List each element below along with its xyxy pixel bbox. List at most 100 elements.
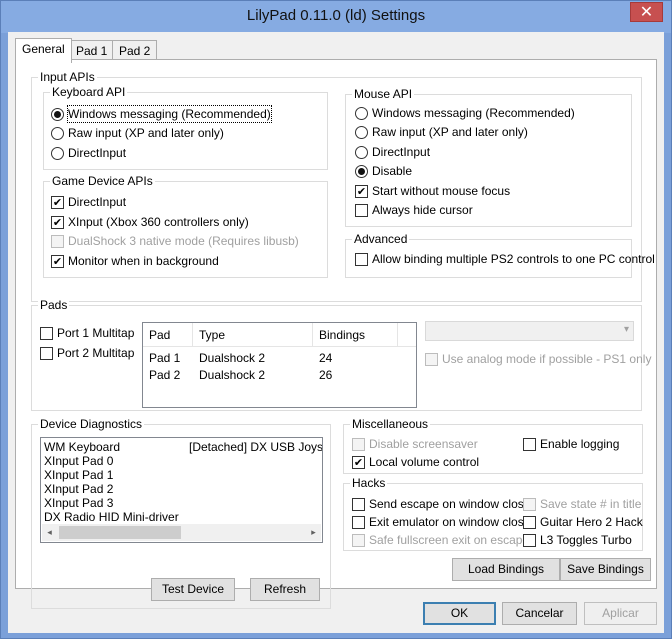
- table-row[interactable]: Pad 1 Dualshock 2 24: [143, 350, 416, 367]
- column-header-bindings[interactable]: Bindings: [313, 323, 398, 347]
- radio-label: Windows messaging (Recommended): [372, 106, 575, 120]
- radio-selected-icon: [355, 165, 368, 178]
- checkbox-icon: [352, 516, 365, 529]
- advanced-group: Advanced Allow binding multiple PS2 cont…: [345, 232, 655, 278]
- ok-button[interactable]: OK: [423, 602, 496, 625]
- list-item[interactable]: XInput Pad 0: [44, 454, 113, 468]
- checkbox-icon: [352, 498, 365, 511]
- radio-label: Disable: [372, 164, 413, 178]
- close-icon: ✕: [639, 4, 654, 21]
- checkbox-checked-icon: ✔: [355, 185, 368, 198]
- list-item[interactable]: XInput Pad 1: [44, 468, 113, 482]
- checkbox-label: DirectInput: [68, 195, 127, 209]
- checkbox-icon: [355, 253, 368, 266]
- hacks-group: Hacks Send escape on window close Save s…: [343, 476, 643, 551]
- column-header-type[interactable]: Type: [193, 323, 313, 347]
- radio-icon: [355, 146, 368, 159]
- checkbox-label: DualShock 3 native mode (Requires libusb…: [68, 234, 299, 248]
- game-device-apis-group: Game Device APIs ✔ DirectInput ✔ XInput …: [43, 174, 328, 278]
- table-cell-pad: Pad 2: [149, 368, 181, 382]
- dialog-client: General Pad 1 Pad 2 Input APIs Keyboard …: [8, 32, 664, 633]
- checkbox-icon: [523, 516, 536, 529]
- table-cell-bindings: 24: [319, 351, 333, 365]
- scroll-right-icon[interactable]: ▸: [306, 525, 321, 540]
- keyboard-api-group: Keyboard API Windows messaging (Recommen…: [43, 85, 328, 170]
- checkbox-icon: [51, 235, 64, 248]
- checkbox-label: Exit emulator on window close: [369, 515, 531, 529]
- checkbox-icon: [523, 498, 536, 511]
- checkbox-icon: [523, 534, 536, 547]
- table-row[interactable]: Pad 2 Dualshock 2 26: [143, 367, 416, 384]
- radio-icon: [51, 147, 64, 160]
- scroll-left-icon[interactable]: ◂: [42, 525, 57, 540]
- list-item[interactable]: DX Radio HID Mini-driver: [44, 510, 179, 524]
- radio-label: Raw input (XP and later only): [372, 125, 528, 139]
- input-apis-legend: Input APIs: [38, 70, 97, 84]
- save-bindings-button[interactable]: Save Bindings: [560, 558, 651, 581]
- device-list[interactable]: WM Keyboard XInput Pad 0 XInput Pad 1 XI…: [40, 437, 323, 543]
- radio-icon: [355, 126, 368, 139]
- radio-label: DirectInput: [68, 146, 127, 160]
- scrollbar-thumb[interactable]: [59, 526, 181, 539]
- hacks-legend: Hacks: [350, 476, 388, 490]
- column-header-pad[interactable]: Pad: [143, 323, 193, 347]
- apply-button[interactable]: Aplicar: [584, 602, 657, 625]
- checkbox-checked-icon: ✔: [352, 456, 365, 469]
- radio-label: DirectInput: [372, 145, 431, 159]
- tab-label: Pad 1: [76, 44, 108, 58]
- title-bar[interactable]: LilyPad 0.11.0 (ld) Settings ✕: [1, 1, 671, 33]
- close-button[interactable]: ✕: [630, 2, 663, 22]
- table-cell-pad: Pad 1: [149, 351, 181, 365]
- device-diagnostics-legend: Device Diagnostics: [38, 417, 145, 431]
- list-item[interactable]: [Detached] DX USB Joystick: [189, 440, 322, 454]
- checkbox-icon: [352, 534, 365, 547]
- checkbox-checked-icon: ✔: [51, 255, 64, 268]
- general-tab-page: Input APIs Keyboard API Windows messagin…: [15, 59, 657, 609]
- pads-group: Pads Port 1 Multitap Port 2 Multitap Pad…: [31, 298, 651, 411]
- checkbox-icon: [40, 327, 53, 340]
- window-title: LilyPad 0.11.0 (ld) Settings: [246, 7, 426, 24]
- checkbox-label: Use analog mode if possible - PS1 only: [442, 352, 652, 366]
- checkbox-label: Safe fullscreen exit on escape: [369, 533, 530, 547]
- radio-label: Windows messaging (Recommended): [67, 105, 272, 123]
- table-cell-type: Dualshock 2: [199, 368, 266, 382]
- checkbox-icon: [523, 438, 536, 451]
- settings-window: LilyPad 0.11.0 (ld) Settings ✕ General P…: [0, 0, 672, 639]
- list-item[interactable]: XInput Pad 3: [44, 496, 113, 510]
- checkbox-label: Send escape on window close: [369, 497, 531, 511]
- tab-label: Pad 2: [119, 44, 151, 58]
- checkbox-label: Start without mouse focus: [372, 184, 511, 198]
- refresh-button[interactable]: Refresh: [250, 578, 320, 601]
- checkbox-label: Disable screensaver: [369, 437, 478, 451]
- input-apis-group: Input APIs Keyboard API Windows messagin…: [31, 70, 655, 302]
- list-item[interactable]: XInput Pad 2: [44, 482, 113, 496]
- radio-icon: [355, 107, 368, 120]
- checkbox-label: Port 1 Multitap: [57, 326, 135, 340]
- checkbox-icon: [355, 204, 368, 217]
- checkbox-label: Monitor when in background: [68, 254, 219, 268]
- pads-table-header: Pad Type Bindings: [143, 323, 416, 347]
- horizontal-scrollbar[interactable]: ◂ ▸: [42, 524, 321, 541]
- load-bindings-button[interactable]: Load Bindings: [452, 558, 560, 581]
- radio-selected-icon: [51, 108, 64, 121]
- radio-label: Raw input (XP and later only): [68, 126, 224, 140]
- radio-icon: [51, 127, 64, 140]
- tab-general[interactable]: General: [15, 38, 72, 63]
- test-device-button[interactable]: Test Device: [151, 578, 235, 601]
- checkbox-icon: [40, 347, 53, 360]
- cancel-button[interactable]: Cancelar: [502, 602, 577, 625]
- checkbox-label: Save state # in title: [540, 497, 642, 511]
- checkbox-checked-icon: ✔: [51, 196, 64, 209]
- mouse-api-legend: Mouse API: [352, 87, 415, 101]
- table-cell-type: Dualshock 2: [199, 351, 266, 365]
- checkbox-icon: [352, 438, 365, 451]
- miscellaneous-group: Miscellaneous Disable screensaver Enable…: [343, 417, 643, 474]
- checkbox-label: Always hide cursor: [372, 203, 473, 217]
- pads-table[interactable]: Pad Type Bindings Pad 1 Dualshock 2 24 P…: [142, 322, 417, 408]
- checkbox-checked-icon: ✔: [51, 216, 64, 229]
- table-cell-bindings: 26: [319, 368, 333, 382]
- list-item[interactable]: WM Keyboard: [44, 440, 120, 454]
- pad-type-select[interactable]: ▾: [425, 321, 634, 341]
- checkbox-label: Guitar Hero 2 Hack: [540, 515, 643, 529]
- checkbox-label: XInput (Xbox 360 controllers only): [68, 215, 249, 229]
